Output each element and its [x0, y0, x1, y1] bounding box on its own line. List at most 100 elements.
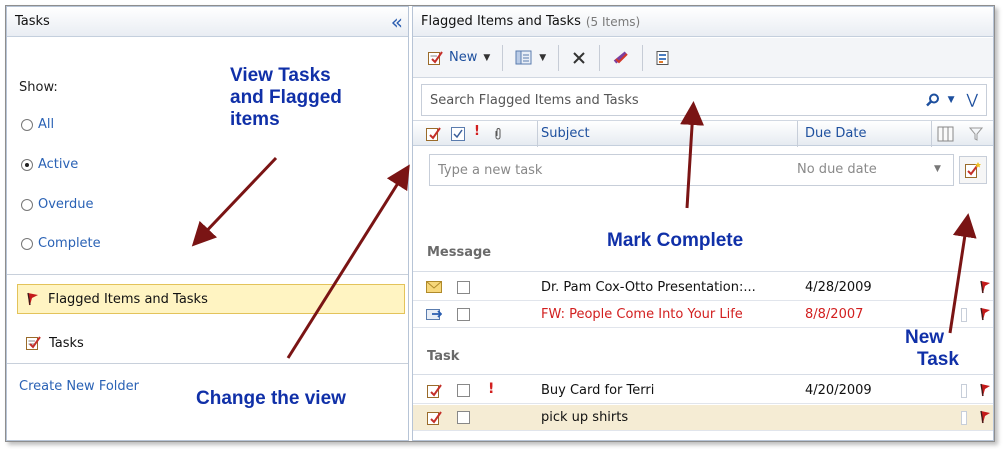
- row-flag[interactable]: [979, 280, 991, 298]
- row-flag[interactable]: [979, 410, 991, 428]
- folder-tasks-label: Tasks: [49, 335, 84, 351]
- folder-flagged-items-and-tasks[interactable]: Flagged Items and Tasks: [17, 284, 405, 314]
- tasks-pane-title: Tasks: [15, 14, 50, 29]
- chevron-down-icon[interactable]: ▼: [934, 164, 941, 174]
- complete-checkbox[interactable]: [457, 384, 470, 397]
- complete-checkbox[interactable]: [457, 308, 470, 321]
- folder-flagged-label: Flagged Items and Tasks: [48, 291, 208, 307]
- new-task-placeholder: Type a new task: [438, 162, 543, 178]
- group-divider: [413, 271, 993, 272]
- view-button[interactable]: ▼: [509, 44, 552, 72]
- column-chooser-icon[interactable]: [937, 125, 955, 143]
- chevron-down-icon[interactable]: ▼: [539, 53, 546, 63]
- column-due-date[interactable]: Due Date: [805, 126, 866, 141]
- annotation-view-tasks-line3: items: [230, 109, 280, 130]
- row-flag[interactable]: [979, 383, 991, 401]
- task-icon: [427, 384, 442, 398]
- complete-checkbox[interactable]: [457, 411, 470, 424]
- radio-overdue[interactable]: Overdue: [21, 197, 94, 212]
- reminder-indicator: [961, 411, 967, 425]
- row-flag[interactable]: [979, 307, 991, 325]
- flag-icon: [980, 307, 990, 321]
- column-header-row: ! Subject Due Date: [413, 120, 993, 147]
- radio-button-icon[interactable]: [21, 118, 33, 131]
- high-importance-icon: !: [488, 381, 495, 397]
- forwarded-mail-icon: [426, 309, 442, 320]
- flag-icon: [980, 280, 990, 294]
- annotation-new-task: New Task: [905, 327, 959, 371]
- toolbar-separator: [502, 44, 504, 71]
- row-date: 8/8/2007: [805, 307, 864, 322]
- column-divider: [537, 121, 538, 147]
- folder-tasks[interactable]: Tasks: [17, 328, 405, 358]
- radio-all[interactable]: All: [21, 117, 54, 132]
- annotation-new-task-line2: Task: [917, 349, 959, 370]
- row-subject: FW: People Come Into Your Life: [541, 307, 743, 322]
- flag-icon: [980, 410, 990, 424]
- chevron-down-icon[interactable]: ▼: [948, 95, 955, 105]
- radio-active[interactable]: Active: [21, 157, 78, 172]
- table-row[interactable]: Dr. Pam Cox-Otto Presentation:... 4/28/2…: [413, 275, 993, 301]
- task-list-title: Flagged Items and Tasks: [421, 14, 581, 29]
- importance-icon[interactable]: !: [474, 124, 480, 139]
- complete-checkbox[interactable]: [457, 281, 470, 294]
- divider: [7, 363, 408, 364]
- create-new-folder-link[interactable]: Create New Folder: [19, 379, 139, 394]
- radio-all-label: All: [38, 117, 55, 132]
- row-subject: pick up shirts: [541, 410, 629, 425]
- tasks-navigation-pane: Tasks « Show: All Active Overdue Complet…: [6, 6, 409, 441]
- task-icon: [427, 411, 442, 425]
- collapse-pane-icon[interactable]: «: [391, 10, 403, 34]
- chevron-down-icon[interactable]: ▼: [483, 53, 490, 63]
- filter-icon[interactable]: [969, 127, 983, 141]
- envelope-icon: [426, 281, 442, 293]
- new-task-row: Type a new task No due date ▼: [429, 154, 989, 188]
- toolbar-separator: [642, 44, 644, 71]
- row-subject: Dr. Pam Cox-Otto Presentation:...: [541, 280, 756, 295]
- radio-button-icon[interactable]: [21, 237, 33, 250]
- search-controls: ▼ ⋁: [925, 92, 978, 108]
- group-label-message: Message: [427, 245, 492, 260]
- table-row[interactable]: pick up shirts: [413, 405, 993, 431]
- search-icon[interactable]: [925, 93, 940, 107]
- new-task-button[interactable]: [959, 156, 987, 184]
- view-icon: [515, 50, 532, 64]
- row-date: 4/28/2009: [805, 280, 872, 295]
- radio-complete[interactable]: Complete: [21, 236, 101, 251]
- group-label-task: Task: [427, 349, 460, 364]
- column-subject[interactable]: Subject: [541, 126, 590, 141]
- toolbar-separator: [599, 44, 601, 71]
- radio-overdue-label: Overdue: [38, 197, 94, 212]
- categorize-button[interactable]: [649, 44, 677, 72]
- group-divider: [413, 374, 993, 375]
- column-divider: [931, 121, 932, 147]
- annotation-view-tasks-line2: and Flagged: [230, 87, 342, 108]
- annotation-new-task-line1: New: [905, 327, 945, 348]
- annotation-view-tasks: View Tasks and Flagged items: [230, 65, 342, 131]
- expand-search-icon[interactable]: ⋁: [967, 92, 978, 108]
- flag-icon: [980, 383, 990, 397]
- search-input[interactable]: Search Flagged Items and Tasks ▼ ⋁: [421, 84, 987, 116]
- new-button[interactable]: New ▼: [421, 44, 496, 72]
- column-divider: [797, 121, 798, 147]
- table-row[interactable]: ! Buy Card for Terri 4/20/2009: [413, 378, 993, 404]
- radio-button-icon[interactable]: [21, 198, 33, 211]
- task-icon: [26, 336, 41, 350]
- mark-complete-button[interactable]: [606, 44, 636, 72]
- table-row[interactable]: FW: People Come Into Your Life 8/8/2007: [413, 302, 993, 328]
- task-list-header: Flagged Items and Tasks (5 Items): [413, 7, 993, 37]
- new-button-label: New: [449, 50, 478, 65]
- row-date: 4/20/2009: [805, 383, 872, 398]
- annotation-mark-complete: Mark Complete: [607, 230, 744, 251]
- checkbox-column-icon[interactable]: [451, 127, 465, 141]
- show-label: Show:: [19, 80, 58, 95]
- task-icon[interactable]: [425, 126, 441, 142]
- delete-button[interactable]: [565, 44, 593, 72]
- toolbar-separator: [558, 44, 560, 71]
- toolbar: New ▼ ▼: [413, 38, 993, 78]
- row-subject: Buy Card for Terri: [541, 383, 655, 398]
- new-task-icon: [428, 50, 443, 65]
- attachment-icon[interactable]: [493, 127, 503, 141]
- no-due-date-field[interactable]: No due date: [797, 162, 877, 177]
- radio-button-selected-icon[interactable]: [21, 158, 33, 171]
